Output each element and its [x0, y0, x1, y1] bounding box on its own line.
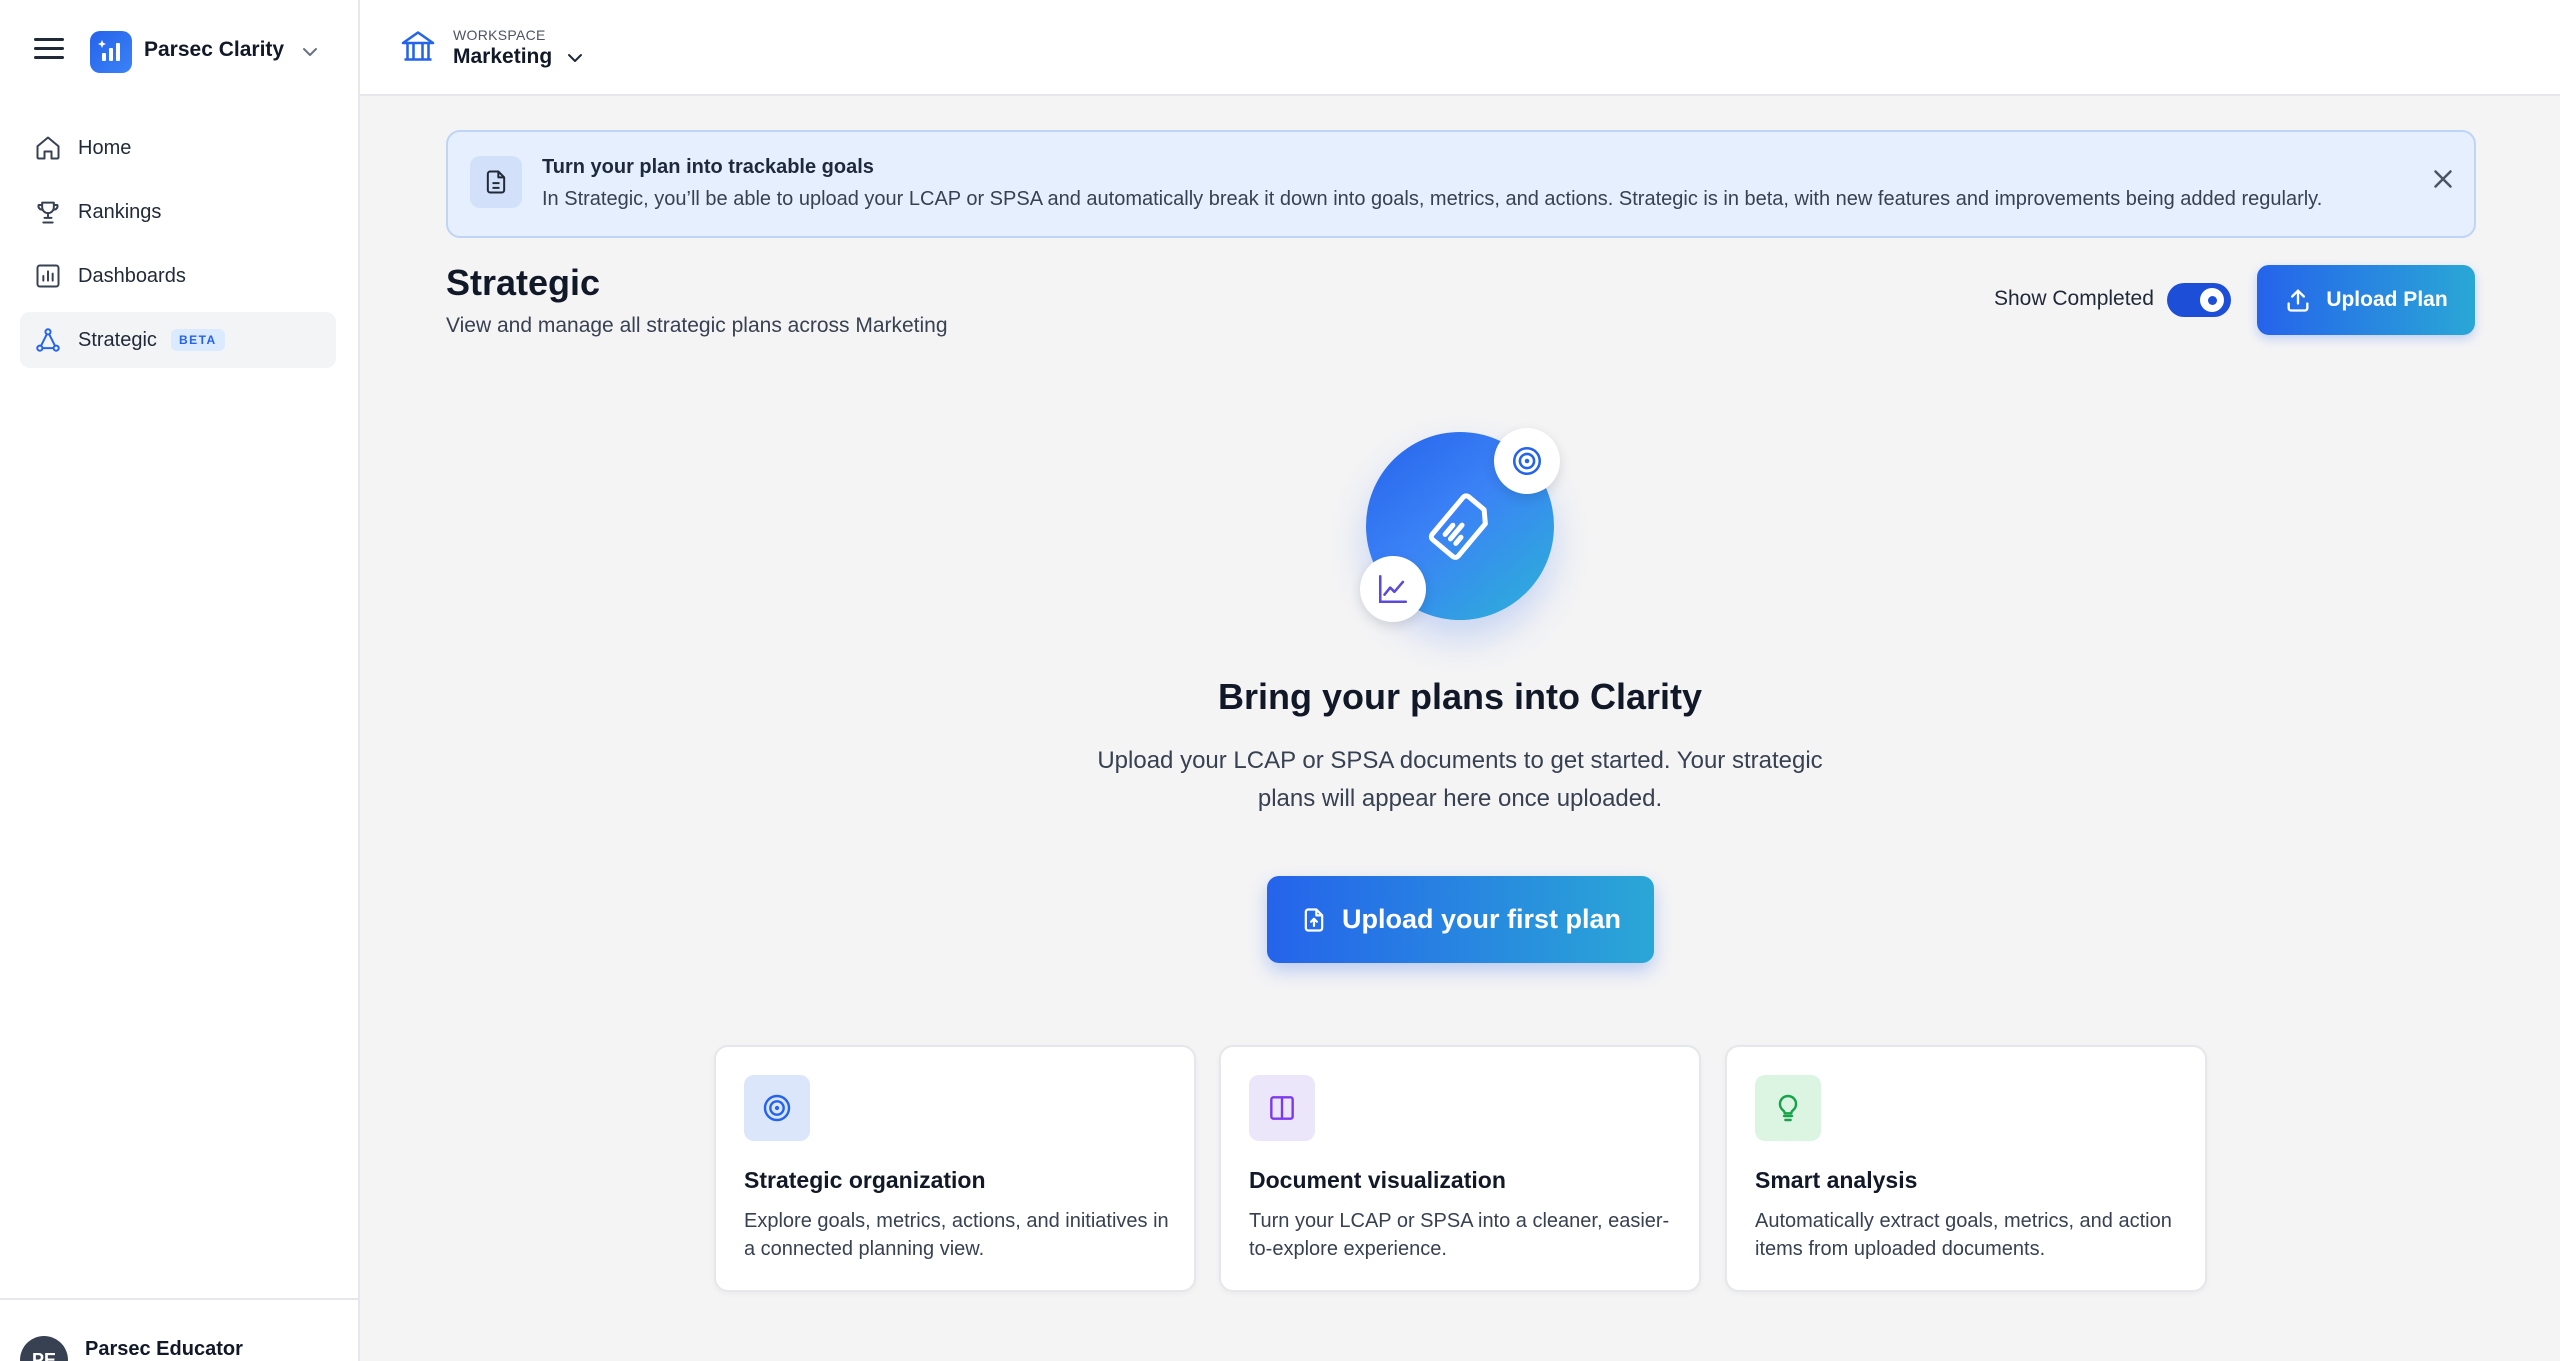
- sidebar-item-home[interactable]: Home: [20, 120, 336, 176]
- empty-state-text: Upload your LCAP or SPSA documents to ge…: [1097, 747, 1823, 812]
- columns-icon: [1249, 1075, 1315, 1141]
- feature-card-smart-analysis: Smart analysis Automatically extract goa…: [1725, 1045, 2207, 1292]
- lightbulb-icon: [1755, 1075, 1821, 1141]
- feature-card-strategic-organization: Strategic organization Explore goals, me…: [714, 1045, 1196, 1292]
- beta-badge: BETA: [170, 329, 225, 351]
- dashboard-icon: [36, 264, 60, 288]
- upload-plan-button[interactable]: Upload Plan: [2257, 265, 2475, 335]
- trend-chart-icon: [1360, 556, 1426, 622]
- page-title: Strategic: [446, 262, 601, 303]
- sidebar-header: Parsec Clarity: [0, 0, 358, 104]
- target-icon: [1494, 428, 1560, 494]
- chevron-down-icon[interactable]: [563, 46, 587, 70]
- feature-text: Turn your LCAP or SPSA into a cleaner, e…: [1249, 1210, 1670, 1260]
- feature-text: Automatically extract goals, metrics, an…: [1755, 1210, 2172, 1260]
- home-icon: [36, 136, 60, 160]
- upload-first-plan-button[interactable]: Upload your first plan: [1267, 876, 1654, 963]
- sidebar-item-rankings[interactable]: Rankings: [20, 184, 336, 240]
- show-completed-toggle[interactable]: [2167, 283, 2231, 317]
- chevron-down-icon[interactable]: [298, 40, 322, 64]
- document-tag-icon: [1428, 493, 1488, 560]
- sidebar-item-label: Home: [78, 136, 132, 159]
- sidebar-nav: Home Rankings Dashboards Strategic BETA: [20, 120, 336, 376]
- menu-icon[interactable]: [34, 38, 64, 64]
- page-subtitle: View and manage all strategic plans acro…: [446, 314, 948, 337]
- feature-text: Explore goals, metrics, actions, and ini…: [744, 1210, 1169, 1260]
- feature-title: Document visualization: [1249, 1167, 1506, 1193]
- workspace-caption: WORKSPACE: [453, 27, 546, 43]
- avatar[interactable]: PE: [20, 1336, 68, 1361]
- file-upload-icon: [1304, 907, 1324, 932]
- brand-logo: [90, 31, 132, 73]
- brand-name[interactable]: Parsec Clarity: [144, 38, 284, 62]
- sidebar-item-dashboards[interactable]: Dashboards: [20, 248, 336, 304]
- feature-card-document-visualization: Document visualization Turn your LCAP or…: [1219, 1045, 1701, 1292]
- toggle-knob: [2200, 288, 2224, 312]
- user-profile[interactable]: PE Parsec Educator: [0, 1298, 358, 1361]
- upload-icon: [2287, 289, 2309, 312]
- close-icon[interactable]: [2428, 164, 2458, 194]
- feature-title: Smart analysis: [1755, 1167, 1918, 1193]
- sidebar-item-strategic[interactable]: Strategic BETA: [20, 312, 336, 368]
- sidebar-item-label: Strategic: [78, 328, 157, 351]
- sidebar-item-label: Dashboards: [78, 264, 186, 287]
- beta-banner: Turn your plan into trackable goals In S…: [446, 130, 2476, 238]
- network-icon: [36, 328, 60, 352]
- target-icon: [744, 1075, 810, 1141]
- empty-state-title: Bring your plans into Clarity: [1217, 676, 1703, 717]
- trophy-icon: [37, 201, 59, 224]
- feature-title: Strategic organization: [744, 1167, 986, 1193]
- topbar: WORKSPACE Marketing: [360, 0, 2560, 96]
- banner-title: Turn your plan into trackable goals: [542, 156, 874, 178]
- show-completed-label: Show Completed: [1994, 287, 2154, 310]
- workspace-selector[interactable]: Marketing: [453, 45, 552, 69]
- sidebar-item-label: Rankings: [78, 200, 162, 223]
- upload-plan-label: Upload Plan: [2326, 288, 2448, 311]
- user-name: Parsec Educator: [85, 1338, 243, 1360]
- banner-text: In Strategic, you’ll be able to upload y…: [542, 188, 2323, 210]
- building-icon: [401, 31, 435, 61]
- upload-first-plan-label: Upload your first plan: [1341, 904, 1622, 934]
- document-icon: [470, 156, 522, 208]
